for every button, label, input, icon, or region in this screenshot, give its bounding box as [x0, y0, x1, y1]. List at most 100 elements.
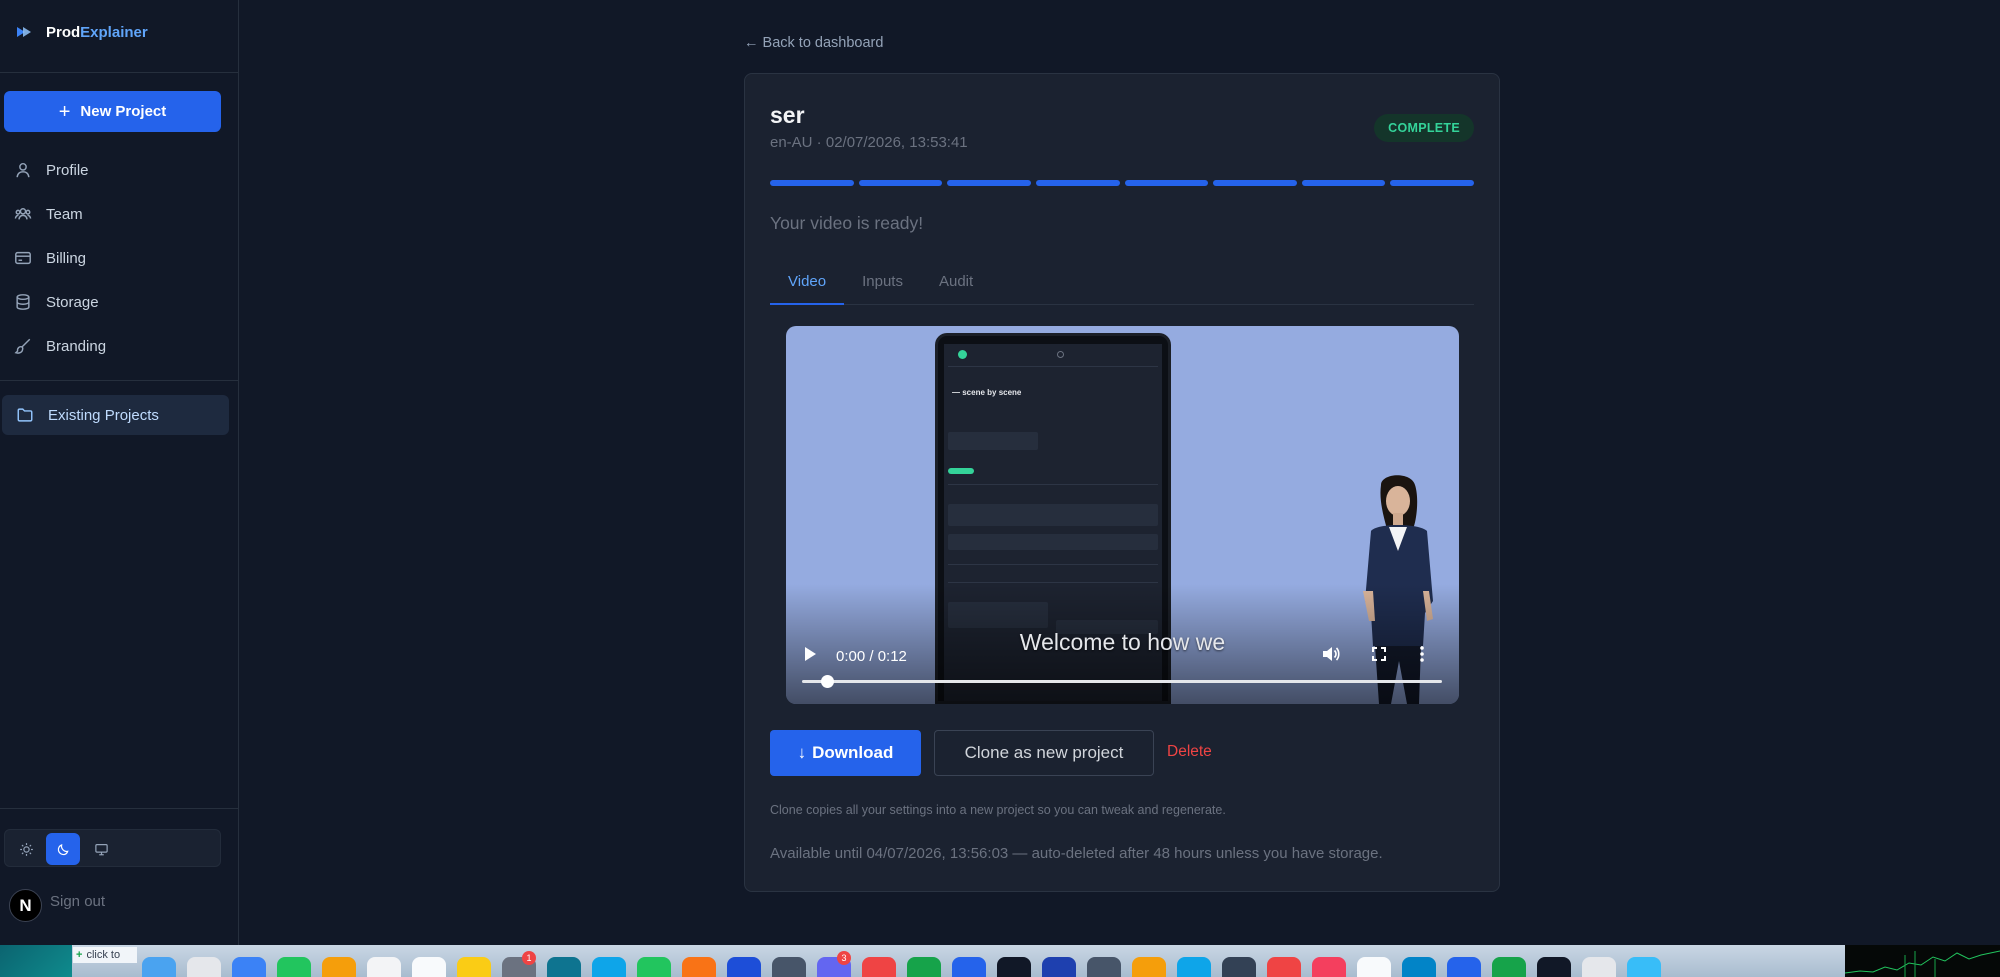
tab-video[interactable]: Video — [770, 269, 845, 305]
app-icon[interactable] — [1537, 957, 1571, 977]
user-icon — [16, 162, 30, 178]
chatgpt-icon[interactable] — [1357, 957, 1391, 977]
monitor-icon — [94, 843, 108, 855]
messages-icon[interactable] — [277, 957, 311, 977]
delete-button[interactable]: Delete — [1167, 743, 1212, 761]
docker-icon[interactable] — [1402, 957, 1436, 977]
app-icon[interactable] — [1582, 957, 1616, 977]
windows-app-icon[interactable] — [1447, 957, 1481, 977]
fullscreen-button[interactable] — [1369, 644, 1389, 664]
more-options-button[interactable] — [1414, 644, 1430, 664]
play-icon — [805, 647, 816, 661]
tab-inputs[interactable]: Inputs — [844, 269, 921, 305]
dock: + click to 1 3 — [0, 945, 2000, 977]
music-icon[interactable] — [1312, 957, 1346, 977]
theme-dark-button[interactable] — [46, 833, 80, 865]
finder-icon[interactable] — [142, 957, 176, 977]
progress-segment — [1124, 180, 1209, 186]
spotify-icon[interactable] — [1492, 957, 1526, 977]
chrome-icon[interactable] — [1267, 957, 1301, 977]
preview-icon[interactable] — [952, 957, 986, 977]
progress-segment — [770, 180, 854, 186]
sidebar-item-label: Branding — [46, 337, 107, 355]
folder-icon — [17, 408, 33, 422]
theme-system-button[interactable] — [84, 833, 118, 865]
arrow-down-icon: ↓ — [797, 743, 807, 762]
app-icon[interactable] — [1627, 957, 1661, 977]
tab-audit[interactable]: Audit — [921, 269, 991, 305]
plus-icon: + — [58, 100, 71, 123]
project-title: ser — [770, 102, 805, 128]
video-player[interactable]: — scene by scene Welcome to how we 0:00 … — [786, 326, 1459, 704]
launchpad-icon[interactable] — [187, 957, 221, 977]
volume-icon — [1323, 647, 1340, 661]
numbers-icon[interactable] — [637, 957, 671, 977]
sidebar-item-branding[interactable]: Branding — [0, 326, 227, 366]
screen-heading: — scene by scene — [952, 388, 1022, 397]
video-scrubber[interactable] — [802, 675, 1442, 688]
brand-logo[interactable]: ProdExplainer — [14, 22, 148, 42]
sidebar-item-label: Team — [46, 205, 83, 223]
status-badge: COMPLETE — [1374, 114, 1474, 142]
new-project-button[interactable]: + New Project — [4, 91, 221, 132]
app-icon[interactable] — [772, 957, 806, 977]
settings-icon[interactable]: 1 — [502, 951, 536, 977]
clone-project-button[interactable]: Clone as new project — [934, 730, 1154, 776]
database-icon — [16, 294, 30, 310]
terminal-icon[interactable] — [997, 957, 1031, 977]
sun-icon — [19, 842, 33, 856]
chrome-icon[interactable] — [1132, 957, 1166, 977]
xcode-icon[interactable] — [1177, 957, 1211, 977]
dock-icons: 1 3 — [142, 951, 1661, 977]
outlook-icon[interactable] — [1042, 957, 1076, 977]
brand-name-part2: Explainer — [80, 23, 148, 41]
activity-monitor-icon[interactable] — [1222, 957, 1256, 977]
dock-click-label[interactable]: + click to — [73, 947, 137, 963]
divider — [0, 380, 239, 381]
volume-button[interactable] — [1320, 644, 1342, 664]
divider — [0, 72, 239, 73]
sidebar-item-storage[interactable]: Storage — [0, 282, 227, 322]
sidebar-item-team[interactable]: Team — [0, 194, 227, 234]
calendar-icon[interactable] — [367, 957, 401, 977]
freeform-icon[interactable] — [547, 957, 581, 977]
credit-card-icon — [15, 251, 31, 265]
pages-icon[interactable] — [682, 957, 716, 977]
back-to-dashboard-link[interactable]: ← Back to dashboard — [744, 35, 883, 51]
chrome-icon[interactable] — [322, 957, 356, 977]
reminders-icon[interactable] — [412, 957, 446, 977]
teams-icon[interactable]: 3 — [817, 951, 851, 977]
sign-out-link[interactable]: Sign out — [50, 893, 105, 910]
availability-note: Available until 04/07/2026, 13:56:03 — a… — [770, 845, 1383, 862]
project-meta: en-AU · 02/07/2026, 13:53:41 — [770, 134, 968, 151]
sidebar-item-billing[interactable]: Billing — [0, 238, 227, 278]
safari-icon[interactable] — [232, 957, 266, 977]
excel-icon[interactable] — [907, 957, 941, 977]
app-icon[interactable] — [862, 957, 896, 977]
play-button[interactable] — [800, 644, 820, 664]
tab-bar: Video Inputs Audit — [770, 269, 1474, 305]
app-store-icon[interactable] — [727, 957, 761, 977]
sidebar-item-label: Existing Projects — [48, 406, 159, 424]
keynote-icon[interactable] — [592, 957, 626, 977]
app-icon[interactable] — [1087, 957, 1121, 977]
progress-segment — [858, 180, 943, 186]
sidebar-item-label: Profile — [46, 161, 89, 179]
moon-icon — [57, 843, 69, 855]
progress-segment — [947, 180, 1031, 186]
download-button[interactable]: ↓ Download — [770, 730, 921, 776]
ready-message: Your video is ready! — [770, 213, 924, 233]
theme-light-button[interactable] — [9, 833, 43, 865]
more-vertical-icon — [1420, 646, 1424, 662]
brush-icon — [14, 338, 31, 354]
sidebar: ProdExplainer + New Project Profile Team… — [0, 0, 239, 945]
new-project-label: New Project — [80, 103, 167, 120]
clone-note: Clone copies all your settings into a ne… — [770, 803, 1226, 817]
desktop-wallpaper-strip — [1845, 945, 2000, 977]
avatar[interactable]: N — [9, 889, 42, 922]
notes-icon[interactable] — [457, 957, 491, 977]
sidebar-item-profile[interactable]: Profile — [0, 150, 227, 190]
progress-segment — [1035, 180, 1120, 186]
notification-badge: 3 — [837, 951, 851, 965]
sidebar-item-existing-projects[interactable]: Existing Projects — [2, 395, 229, 435]
